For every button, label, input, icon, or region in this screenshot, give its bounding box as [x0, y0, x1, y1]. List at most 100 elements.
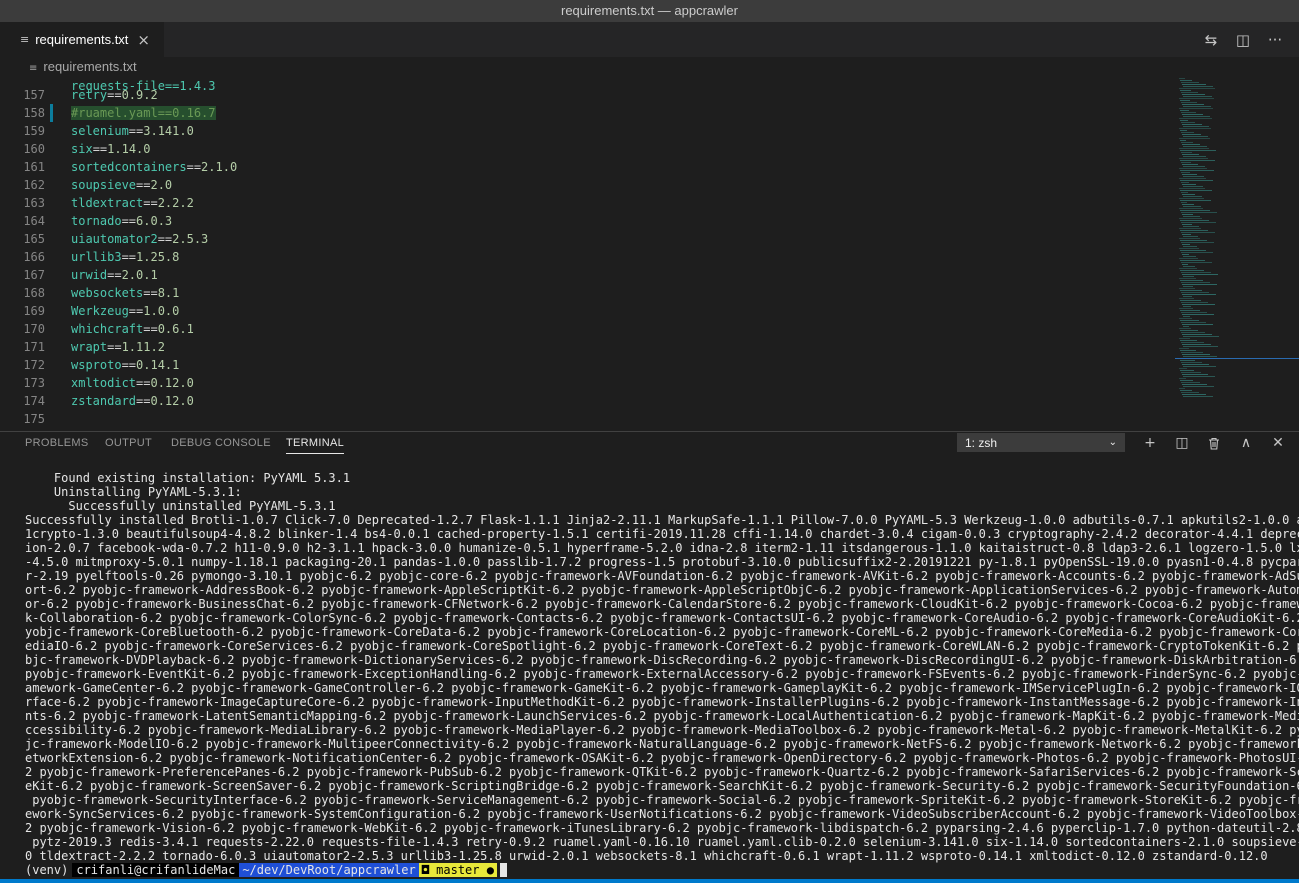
minimap-line — [1180, 100, 1190, 101]
minimap-line — [1183, 206, 1201, 207]
minimap-line — [1181, 242, 1214, 243]
split-editor-icon[interactable]: ◫ — [1227, 28, 1259, 52]
git-branch-icon: ◘ — [421, 863, 437, 877]
version: 0.6.1 — [157, 322, 194, 336]
minimap-line — [1179, 78, 1185, 79]
version: 1.11.2 — [121, 340, 165, 354]
minimap-line — [1183, 266, 1195, 267]
line-number: 173 — [23, 376, 45, 390]
line-number: 174 — [23, 394, 45, 408]
code-editor[interactable]: requests-file==1.4.3 157 retry==0.9.2 158 #… — [0, 72, 1170, 427]
line-number: 163 — [23, 196, 45, 210]
minimap-line — [1180, 80, 1192, 81]
line-number: 157 — [23, 88, 45, 102]
package-name: wsproto — [71, 358, 122, 372]
minimap-line — [1182, 314, 1214, 315]
minimap-line — [1183, 346, 1218, 347]
terminal-select[interactable]: 1: zsh ⌄ — [957, 433, 1125, 452]
minimap-line — [1183, 86, 1213, 87]
close-icon[interactable]: × — [137, 31, 150, 49]
close-panel-icon[interactable]: ✕ — [1267, 432, 1289, 454]
minimap-line — [1180, 340, 1197, 341]
minimap[interactable] — [1175, 76, 1299, 426]
open-changes-icon[interactable]: ⇆ — [1195, 28, 1227, 52]
line-number: 160 — [23, 142, 45, 156]
version: 3.141.0 — [143, 124, 194, 138]
minimap-line — [1179, 238, 1200, 239]
minimap-line — [1182, 274, 1218, 275]
minimap-line — [1183, 126, 1209, 127]
minimap-line — [1181, 182, 1189, 183]
terminal-line: amework-GameCenter-6.2 pyobjc-framework-… — [25, 681, 1299, 695]
minimap-line — [1183, 246, 1197, 247]
operator: == — [143, 322, 158, 336]
minimap-line — [1181, 102, 1197, 103]
trash-icon[interactable] — [1203, 432, 1225, 454]
split-terminal-icon[interactable]: ◫ — [1171, 432, 1193, 454]
package-name: sortedcontainers — [71, 160, 187, 174]
minimap-line — [1181, 302, 1208, 303]
minimap-line — [1179, 208, 1203, 209]
code-text: whichcraft==0.6.1 — [71, 320, 194, 338]
minimap-line — [1182, 134, 1201, 135]
operator: == — [128, 304, 144, 318]
tab-terminal[interactable]: TERMINAL — [286, 437, 345, 454]
minimap-line — [1183, 136, 1208, 137]
minimap-line — [1179, 228, 1201, 229]
minimap-line — [1181, 322, 1206, 323]
minimap-line — [1183, 326, 1189, 327]
chevron-up-icon[interactable]: ∧ — [1235, 432, 1257, 454]
code-text: retry==0.9.2 — [71, 86, 158, 104]
git-branch-label: master ● — [436, 863, 494, 877]
status-bar — [0, 879, 1299, 883]
minimap-line — [1180, 160, 1215, 161]
code-text: #ruamel.yaml==0.16.7 — [71, 104, 216, 122]
code-line: 164 tornado==6.0.3 — [0, 212, 1170, 230]
minimap-line — [1181, 112, 1196, 113]
minimap-line — [1182, 234, 1191, 235]
tab-problems[interactable]: PROBLEMS — [25, 437, 89, 449]
terminal-line: 2 pyobjc-framework-Vision-6.2 pyobjc-fra… — [25, 821, 1299, 835]
terminal-line: k-Collaboration-6.2 pyobjc-framework-Col… — [25, 611, 1299, 625]
line-number: 172 — [23, 358, 45, 372]
minimap-line — [1182, 214, 1193, 215]
minimap-line — [1180, 280, 1203, 281]
new-terminal-icon[interactable]: + — [1139, 432, 1161, 454]
terminal-line: or-6.2 pyobjc-framework-BusinessChat-6.2… — [25, 597, 1299, 611]
minimap-line — [1181, 92, 1198, 93]
minimap-line — [1182, 294, 1216, 295]
minimap-line — [1181, 282, 1210, 283]
minimap-line — [1183, 236, 1198, 237]
minimap-line — [1181, 232, 1215, 233]
code-text: tornado==6.0.3 — [71, 212, 172, 230]
minimap-line — [1179, 378, 1186, 379]
more-actions-icon[interactable]: ··· — [1259, 28, 1291, 52]
terminal-output[interactable]: Found existing installation: PyYAML 5.3.… — [25, 471, 1299, 879]
package-name: tldextract — [71, 196, 144, 210]
tab-requirements-txt[interactable]: ≡ requirements.txt × — [0, 22, 164, 57]
minimap-line — [1179, 288, 1195, 289]
window-title: requirements.txt — appcrawler — [0, 0, 1299, 22]
package-name: urllib3 — [71, 250, 122, 264]
code-line: 171 wrapt==1.11.2 — [0, 338, 1170, 356]
code-text: xmltodict==0.12.0 — [71, 374, 194, 392]
code-line: 166 urllib3==1.25.8 — [0, 248, 1170, 266]
minimap-line — [1179, 108, 1213, 109]
code-comment: #ruamel.yaml==0.16.7 — [71, 106, 216, 120]
minimap-line — [1180, 140, 1186, 141]
shell-prompt[interactable]: (venv) crifanli@crifanlideMac ~/dev/DevR… — [25, 863, 507, 877]
minimap-line — [1183, 166, 1205, 167]
minimap-line — [1181, 272, 1211, 273]
minimap-line — [1181, 142, 1193, 143]
terminal-line: jc-framework-ModelIO-6.2 pyobjc-framewor… — [25, 737, 1299, 751]
terminal-line: rface-6.2 pyobjc-framework-ImageCaptureC… — [25, 695, 1299, 709]
tab-debug-console[interactable]: DEBUG CONSOLE — [171, 437, 271, 449]
terminal-line: ccessibility-6.2 pyobjc-framework-MediaL… — [25, 723, 1299, 737]
minimap-line — [1180, 370, 1194, 371]
terminal-line: ediaIO-6.2 pyobjc-framework-CoreServices… — [25, 639, 1299, 653]
tab-output[interactable]: OUTPUT — [105, 437, 152, 449]
code-line: 158 #ruamel.yaml==0.16.7 — [0, 104, 1170, 122]
package-name: tornado — [71, 214, 122, 228]
terminal-line: Successfully uninstalled PyYAML-5.3.1 — [25, 499, 336, 513]
code-line: 168 websockets==8.1 — [0, 284, 1170, 302]
